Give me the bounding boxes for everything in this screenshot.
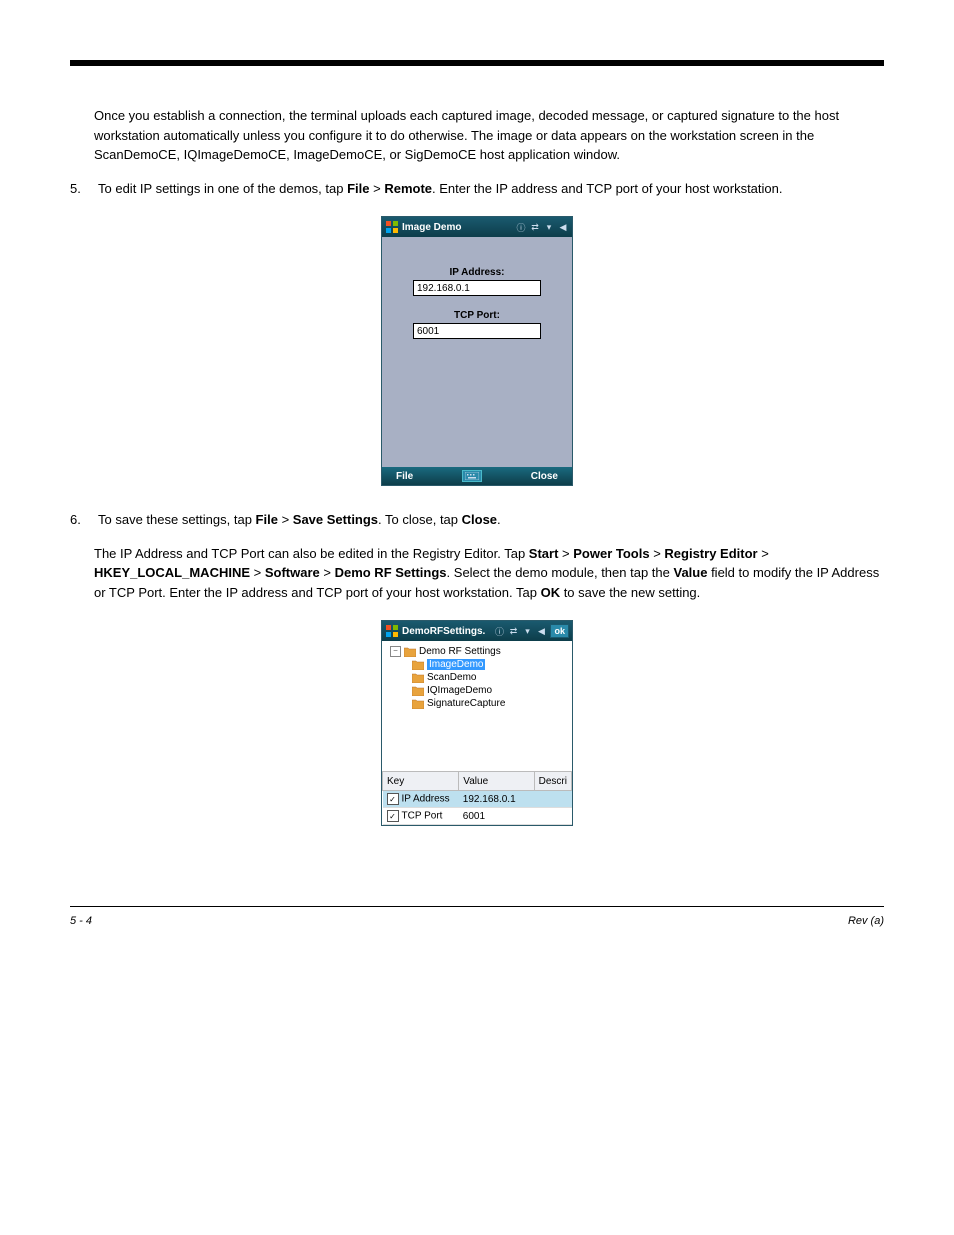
- bottom-bar: File Close: [382, 467, 572, 485]
- col-key[interactable]: Key: [383, 772, 459, 791]
- page-footer: 5 - 4 Rev (a): [70, 906, 884, 927]
- step-6: 6. To save these settings, tap File > Sa…: [70, 510, 884, 530]
- row-key: TCP Port: [402, 811, 443, 822]
- titlebar: Image Demo ⓘ ⇄ ▾ ◀: [382, 217, 572, 237]
- step-5-number: 5.: [70, 179, 88, 199]
- row-value[interactable]: 6001: [459, 808, 534, 825]
- folder-icon: [412, 686, 424, 696]
- tree-root-label: Demo RF Settings: [419, 646, 501, 657]
- ip-address-input[interactable]: [413, 280, 541, 296]
- row-key: IP Address: [402, 794, 450, 805]
- tree-item-label: IQImageDemo: [427, 685, 492, 696]
- signal-icon[interactable]: ▾: [521, 625, 533, 637]
- connection-icon[interactable]: ⇄: [529, 221, 541, 233]
- folder-icon: [412, 660, 424, 670]
- window-title: Image Demo: [402, 222, 512, 233]
- connection-icon[interactable]: ⇄: [507, 625, 519, 637]
- windows-logo-icon[interactable]: [385, 624, 399, 638]
- revision: Rev (a): [848, 915, 884, 927]
- close-button[interactable]: Close: [531, 471, 558, 482]
- window-body: − Demo RF Settings ImageDemo ScanDemo: [382, 641, 572, 771]
- folder-icon: [412, 699, 424, 709]
- file-menu[interactable]: File: [396, 471, 413, 482]
- table-row[interactable]: ✓TCP Port 6001: [383, 808, 572, 825]
- info-icon[interactable]: ⓘ: [515, 221, 527, 233]
- window-body: IP Address: TCP Port:: [382, 237, 572, 467]
- registry-window: DemoRFSettings. ⓘ ⇄ ▾ ◀ ok − Demo R: [381, 620, 573, 826]
- table-header-row: Key Value Descri: [383, 772, 572, 791]
- col-value[interactable]: Value: [459, 772, 534, 791]
- image-demo-window: Image Demo ⓘ ⇄ ▾ ◀ IP Address: TCP Port:…: [381, 216, 573, 486]
- checkbox-icon[interactable]: ✓: [387, 810, 399, 822]
- ok-button[interactable]: ok: [550, 624, 569, 638]
- registry-tree: − Demo RF Settings ImageDemo ScanDemo: [382, 641, 572, 714]
- key-value-table: Key Value Descri ✓IP Address 192.168.0.1…: [382, 771, 572, 825]
- info-icon[interactable]: ⓘ: [493, 625, 505, 637]
- collapse-icon[interactable]: −: [390, 646, 401, 657]
- signal-icon[interactable]: ▾: [543, 221, 555, 233]
- keyboard-icon[interactable]: [462, 470, 482, 482]
- tcp-port-input[interactable]: [413, 323, 541, 339]
- tree-item-label: ImageDemo: [427, 659, 485, 670]
- paragraph-intro: Once you establish a connection, the ter…: [94, 106, 884, 165]
- volume-icon[interactable]: ◀: [557, 221, 569, 233]
- tcp-port-label: TCP Port:: [454, 310, 500, 321]
- step-6-number: 6.: [70, 510, 88, 530]
- col-desc[interactable]: Descri: [534, 772, 571, 791]
- step-6-text: To save these settings, tap File > Save …: [98, 510, 501, 530]
- windows-logo-icon[interactable]: [385, 220, 399, 234]
- volume-icon[interactable]: ◀: [535, 625, 547, 637]
- tree-item-label: ScanDemo: [427, 672, 476, 683]
- window-title: DemoRFSettings.: [402, 626, 490, 637]
- checkbox-icon[interactable]: ✓: [387, 793, 399, 805]
- tree-item[interactable]: ScanDemo: [386, 671, 568, 684]
- row-value[interactable]: 192.168.0.1: [459, 791, 534, 808]
- folder-icon: [412, 673, 424, 683]
- tree-item-label: SignatureCapture: [427, 698, 505, 709]
- titlebar: DemoRFSettings. ⓘ ⇄ ▾ ◀ ok: [382, 621, 572, 641]
- tree-item[interactable]: IQImageDemo: [386, 684, 568, 697]
- folder-icon: [404, 647, 416, 657]
- table-row[interactable]: ✓IP Address 192.168.0.1: [383, 791, 572, 808]
- system-tray: ⓘ ⇄ ▾ ◀: [515, 221, 569, 233]
- page-number: 5 - 4: [70, 915, 92, 927]
- header-rule: [70, 60, 884, 66]
- tree-item[interactable]: ImageDemo: [386, 658, 568, 671]
- registry-editor-paragraph: The IP Address and TCP Port can also be …: [94, 544, 884, 603]
- step-5: 5. To edit IP settings in one of the dem…: [70, 179, 884, 199]
- tree-root-row[interactable]: − Demo RF Settings: [386, 645, 568, 658]
- system-tray: ⓘ ⇄ ▾ ◀: [493, 625, 547, 637]
- step-5-text: To edit IP settings in one of the demos,…: [98, 179, 782, 199]
- tree-item[interactable]: SignatureCapture: [386, 697, 568, 710]
- ip-address-label: IP Address:: [449, 267, 504, 278]
